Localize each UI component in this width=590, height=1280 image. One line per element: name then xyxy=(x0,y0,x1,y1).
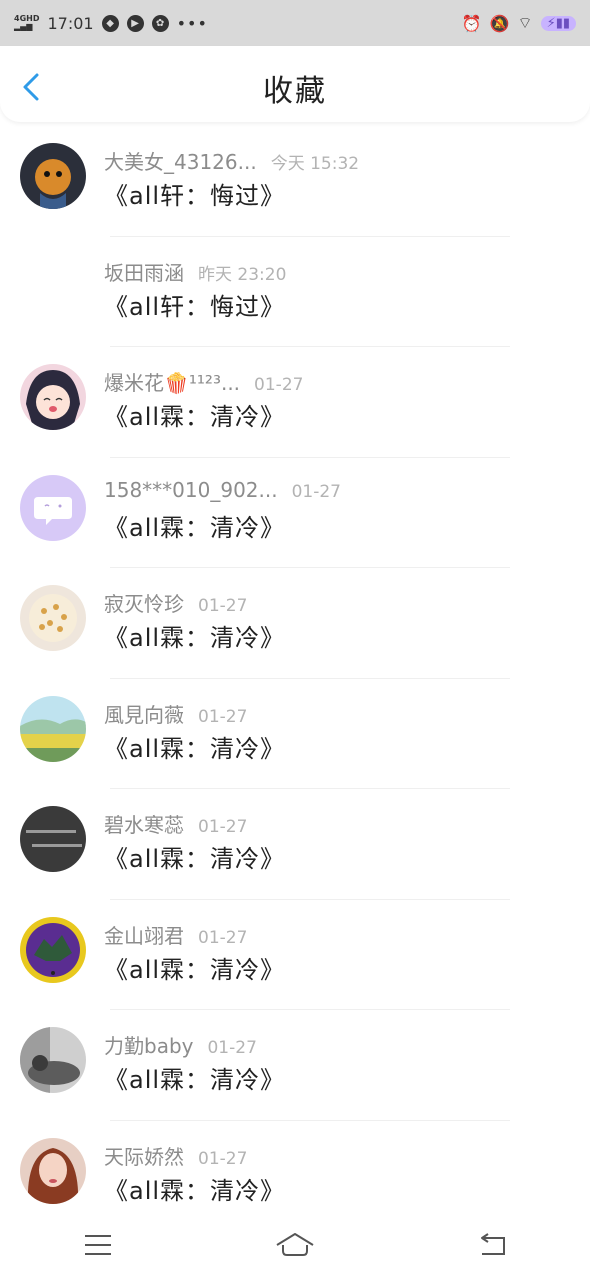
item-title: 《all霖：清冷》 xyxy=(104,403,286,431)
item-time: 今天 15:32 xyxy=(270,154,360,174)
item-meta: 大美女_43126... 今天 15:32 xyxy=(104,146,359,175)
item-time: 01-27 xyxy=(198,596,248,616)
list-item[interactable]: 158***010_902... 01-27 《all霖：清冷》 xyxy=(0,458,590,568)
item-title: 《all霖：清冷》 xyxy=(104,1066,286,1094)
item-meta: 金山翊君 01-27 xyxy=(104,920,247,949)
item-time: 01-27 xyxy=(291,481,341,502)
item-title: 《all轩：悔过》 xyxy=(104,182,286,210)
landscape-avatar[interactable] xyxy=(20,695,86,762)
user-name: 坂田雨涵 xyxy=(104,260,184,285)
bw-photo-avatar[interactable] xyxy=(20,1027,86,1093)
user-name: 力勤baby xyxy=(104,1034,194,1058)
list-item[interactable]: 坂田雨涵 昨天 23:20 《all轩：悔过》 xyxy=(0,237,590,347)
item-meta: 爆米花🍿¹¹²³... 01-27 xyxy=(104,367,303,396)
item-meta: 力勤baby 01-27 xyxy=(104,1030,257,1059)
item-time: 01-27 xyxy=(207,1038,257,1058)
signal-icon: ▂▄▆ xyxy=(14,22,33,31)
play-icon: ▶ xyxy=(126,14,144,32)
emblem-avatar[interactable] xyxy=(20,916,86,983)
user-name: 寂灭怜珍 xyxy=(104,592,184,616)
item-time: 昨天 23:20 xyxy=(198,264,287,285)
tiger-avatar[interactable] xyxy=(20,143,86,209)
item-title: 《all霖：清冷》 xyxy=(104,955,286,984)
list-item[interactable]: 金山翊君 01-27 《all霖：清冷》 xyxy=(0,900,590,1010)
user-name: 金山翊君 xyxy=(104,923,184,948)
item-meta: 風見向薇 01-27 xyxy=(104,699,247,728)
item-title: 《all霖：清冷》 xyxy=(104,845,286,873)
bell-muted-icon: 🔕 xyxy=(489,13,510,33)
list-item[interactable]: 爆米花🍿¹¹²³... 01-27 《all霖：清冷》 xyxy=(0,347,590,458)
item-time: 01-27 xyxy=(198,706,248,727)
network-indicator: 4GHD ▂▄▆ xyxy=(14,15,39,31)
item-meta: 158***010_902... 01-27 xyxy=(104,478,341,502)
user-name: 158***010_902... xyxy=(104,477,278,502)
battery-icon: ⚡▮▮ xyxy=(540,15,576,31)
item-meta: 碧水寒蕊 01-27 xyxy=(104,809,247,838)
item-title: 《all轩：悔过》 xyxy=(104,292,286,321)
item-meta: 坂田雨涵 昨天 23:20 xyxy=(104,257,286,286)
user-name: 碧水寒蕊 xyxy=(104,813,184,837)
home-icon xyxy=(276,1233,314,1256)
list-item[interactable]: 寂灭怜珍 01-27 《all霖：清冷》 xyxy=(0,568,590,679)
page-title: 收藏 xyxy=(263,74,327,109)
list-item[interactable]: 碧水寒蕊 01-27 《all霖：清冷》 xyxy=(0,789,590,900)
user-name: 風見向薇 xyxy=(104,702,184,727)
portrait-avatar[interactable] xyxy=(20,1137,86,1204)
status-right: ⏰ 🔕 ⌔ ⚡▮▮ xyxy=(462,13,576,33)
dark-text-avatar[interactable] xyxy=(20,806,86,872)
item-title: 《all霖：清冷》 xyxy=(104,734,286,763)
header: 收藏 xyxy=(0,46,590,122)
back-nav-button[interactable] xyxy=(462,1225,522,1265)
home-button[interactable] xyxy=(265,1225,325,1265)
item-title: 《all霖：清冷》 xyxy=(104,513,286,542)
item-meta: 天际娇然 01-27 xyxy=(104,1141,247,1170)
item-time: 01-27 xyxy=(198,927,248,948)
more-notifications-icon: ••• xyxy=(176,13,208,33)
anime-girl-avatar[interactable] xyxy=(20,364,86,430)
item-title: 《all霖：清冷》 xyxy=(104,1176,286,1205)
status-bar: 4GHD ▂▄▆ 17:01 ◆ ▶ ✿ ••• ⏰ 🔕 ⌔ ⚡▮▮ xyxy=(0,0,590,46)
menu-icon xyxy=(85,1235,112,1255)
user-name: 大美女_43126... xyxy=(104,150,257,174)
default-avatar[interactable] xyxy=(20,474,86,541)
list-item[interactable]: 力勤baby 01-27 《all霖：清冷》 xyxy=(0,1010,590,1121)
item-meta: 寂灭怜珍 01-27 xyxy=(104,588,247,617)
system-nav-bar xyxy=(0,1210,590,1280)
menu-button[interactable] xyxy=(68,1225,128,1265)
compass-icon: ◆ xyxy=(101,14,119,32)
favorites-list: 大美女_43126... 今天 15:32 《all轩：悔过》 坂田雨涵 昨天 … xyxy=(0,126,590,1231)
item-title: 《all霖：清冷》 xyxy=(104,624,286,652)
list-item[interactable]: 風見向薇 01-27 《all霖：清冷》 xyxy=(0,679,590,789)
alarm-icon: ⏰ xyxy=(461,13,482,33)
user-name: 天际娇然 xyxy=(104,1144,184,1169)
wechat-icon: ✿ xyxy=(151,14,169,32)
status-time: 17:01 xyxy=(47,13,94,33)
return-icon xyxy=(480,1233,505,1255)
item-time: 01-27 xyxy=(254,375,304,395)
item-time: 01-27 xyxy=(198,817,248,837)
status-left: 4GHD ▂▄▆ 17:01 ◆ ▶ ✿ ••• xyxy=(14,14,208,33)
list-item[interactable]: 大美女_43126... 今天 15:32 《all轩：悔过》 xyxy=(0,126,590,237)
item-time: 01-27 xyxy=(198,1148,248,1169)
user-name: 爆米花🍿¹¹²³... xyxy=(104,371,241,395)
seashell-avatar[interactable] xyxy=(20,585,86,651)
wifi-icon: ⌔ xyxy=(517,13,533,32)
